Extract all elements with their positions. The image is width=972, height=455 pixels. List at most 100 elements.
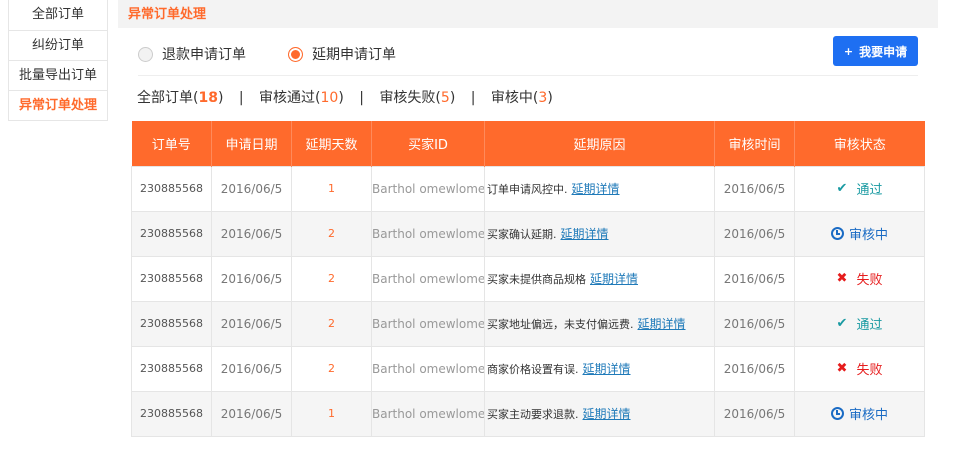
radio-delay-orders[interactable]: 延期申请订单 — [288, 44, 396, 64]
cell-delay-days: 2 — [291, 345, 372, 392]
clock-icon — [830, 227, 844, 240]
cell-review-status: 审核中 — [794, 390, 925, 437]
filter-separator: | — [470, 90, 476, 106]
table-row: 230885568 2016/06/5 2 Barthol omewlome 买家未提供… — [131, 255, 925, 302]
filter-label: 审核中( — [490, 90, 539, 106]
status-badge: 审核中 — [830, 404, 888, 423]
apply-button-label: 我要申请 — [859, 44, 908, 59]
cell-delay-reason: 订单申请风控中. 延期详情 — [484, 165, 715, 212]
cell-review-time: 2016/06/5 — [714, 300, 795, 347]
table-row: 230885568 2016/06/5 1 Barthol omewlome 订单申请风… — [131, 165, 925, 212]
cell-delay-days: 1 — [291, 165, 372, 212]
filter-in-review[interactable]: 审核中(3) — [491, 90, 553, 106]
cell-review-time: 2016/06/5 — [714, 345, 795, 392]
filter-separator: | — [359, 90, 364, 106]
cell-apply-date: 2016/06/5 — [211, 210, 292, 257]
cell-delay-reason: 买家主动要求退款. 延期详情 — [484, 390, 715, 437]
cell-review-time: 2016/06/5 — [714, 165, 795, 212]
cell-delay-days: 2 — [291, 300, 372, 347]
cell-apply-date: 2016/06/5 — [211, 255, 292, 302]
status-badge: ✖ 失败 — [837, 269, 883, 288]
cell-review-status: ✔ 通过 — [794, 300, 925, 347]
cell-order-no: 230885568 — [131, 390, 212, 437]
filter-count: 10 — [320, 90, 339, 106]
delay-details-link[interactable]: 延期详情 — [583, 407, 631, 421]
apply-button[interactable]: + 我要申请 — [833, 36, 918, 66]
cell-order-no: 230885568 — [131, 165, 212, 212]
status-badge: ✔ 通过 — [837, 179, 883, 198]
cell-apply-date: 2016/06/5 — [211, 390, 292, 437]
cell-order-no: 230885568 — [131, 345, 212, 392]
sidebar-item-batch-export[interactable]: 批量导出订单 — [9, 60, 107, 90]
page: 全部订单 纠纷订单 批量导出订单 异常订单处理 异常订单处理 退款申请订单 延期… — [0, 0, 972, 455]
filter-separator: | — [238, 90, 244, 106]
table-row: 230885568 2016/06/5 1 Barthol omewlome 买家主动要… — [131, 390, 925, 437]
cross-icon: ✖ — [836, 361, 848, 376]
cell-apply-date: 2016/06/5 — [211, 165, 292, 212]
status-label: 失败 — [856, 363, 883, 378]
status-label: 审核中 — [848, 408, 888, 423]
radio-dot — [138, 46, 153, 62]
radio-label: 退款申请订单 — [162, 47, 246, 63]
cell-delay-reason: 买家未提供商品规格 延期详情 — [484, 255, 715, 302]
reason-text: 商家价格设置有误. — [487, 363, 579, 376]
cell-review-time: 2016/06/5 — [714, 210, 795, 257]
cell-buyer-id: Barthol omewlome — [371, 210, 485, 257]
status-badge: ✔ 通过 — [837, 314, 883, 333]
sidebar-item-all-orders[interactable]: 全部订单 — [9, 0, 107, 30]
main-panel: 异常订单处理 退款申请订单 延期申请订单 + 我要申请 全部订单(18) | 审… — [118, 0, 938, 122]
cell-delay-days: 2 — [291, 210, 372, 257]
status-badge: 审核中 — [830, 224, 888, 243]
status-label: 通过 — [856, 318, 883, 333]
header-buyer-id: 买家ID — [371, 121, 485, 166]
reason-text: 买家确认延期. — [487, 228, 557, 241]
filter-label: 审核失败( — [379, 90, 441, 106]
sidebar-item-dispute-orders[interactable]: 纠纷订单 — [9, 30, 107, 60]
reason-text: 买家主动要求退款. — [487, 408, 579, 421]
filter-count: 3 — [538, 90, 548, 106]
delay-details-link[interactable]: 延期详情 — [572, 182, 620, 196]
filter-failed[interactable]: 审核失败(5) — [379, 90, 455, 106]
cell-review-status: ✖ 失败 — [794, 255, 925, 302]
cell-review-status: 审核中 — [794, 210, 925, 257]
sidebar: 全部订单 纠纷订单 批量导出订单 异常订单处理 — [8, 0, 108, 121]
clock-icon — [830, 407, 844, 420]
section-title: 异常订单处理 — [118, 0, 938, 28]
table-row: 230885568 2016/06/5 2 Barthol omewlome 买家地址偏… — [131, 300, 925, 347]
delay-details-link[interactable]: 延期详情 — [561, 227, 609, 241]
radio-refund-orders[interactable]: 退款申请订单 — [138, 44, 246, 64]
cell-review-time: 2016/06/5 — [714, 390, 795, 437]
cell-apply-date: 2016/06/5 — [211, 345, 292, 392]
status-badge: ✖ 失败 — [837, 359, 883, 378]
radio-label: 延期申请订单 — [312, 47, 396, 63]
filter-label: 全部订单( — [137, 90, 199, 106]
cell-review-time: 2016/06/5 — [714, 255, 795, 302]
delay-details-link[interactable]: 延期详情 — [583, 362, 631, 376]
reason-text: 订单申请风控中. — [487, 183, 568, 196]
filter-approved[interactable]: 审核通过(10) — [259, 90, 344, 106]
cell-delay-days: 1 — [291, 390, 372, 437]
cell-order-no: 230885568 — [131, 255, 212, 302]
check-icon: ✔ — [836, 181, 848, 196]
status-filters: 全部订单(18) | 审核通过(10) | 审核失败(5) | 审核中(3) — [118, 76, 938, 122]
cell-buyer-id: Barthol omewlome — [371, 345, 485, 392]
header-review-time: 审核时间 — [714, 121, 795, 166]
header-delay-days: 延期天数 — [291, 121, 372, 166]
delay-details-link[interactable]: 延期详情 — [590, 272, 638, 286]
filter-all[interactable]: 全部订单(18) — [137, 90, 223, 106]
cell-delay-days: 2 — [291, 255, 372, 302]
filter-close: ) — [449, 90, 456, 106]
header-delay-reason: 延期原因 — [484, 121, 715, 166]
cell-buyer-id: Barthol omewlome — [371, 255, 485, 302]
delay-details-link[interactable]: 延期详情 — [638, 317, 686, 331]
filter-count: 5 — [440, 90, 450, 106]
header-review-status: 审核状态 — [794, 121, 925, 166]
filter-label: 审核通过( — [259, 90, 321, 106]
sidebar-item-exception-orders[interactable]: 异常订单处理 — [9, 90, 107, 120]
order-type-radios: 退款申请订单 延期申请订单 + 我要申请 — [138, 28, 918, 76]
cell-order-no: 230885568 — [131, 210, 212, 257]
check-icon: ✔ — [836, 316, 848, 331]
status-label: 通过 — [856, 183, 883, 198]
status-label: 审核中 — [848, 228, 888, 243]
cell-apply-date: 2016/06/5 — [211, 300, 292, 347]
